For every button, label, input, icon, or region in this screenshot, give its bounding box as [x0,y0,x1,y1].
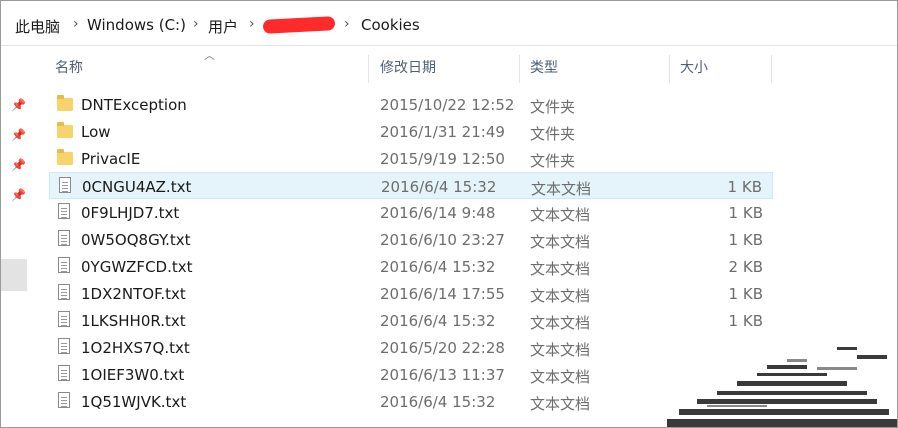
file-type: 文本文档 [530,368,591,386]
file-type: 文本文档 [530,395,591,413]
breadcrumb-separator: › [193,16,199,32]
file-type: 文本文档 [530,260,591,278]
file-type: 文本文档 [530,341,591,359]
file-date-modified: 2016/6/4 15:32 [380,312,496,330]
file-date-modified: 2016/6/14 17:55 [380,285,505,303]
file-row[interactable]: 1OIEF3W0.txt 2016/6/13 11:37 文本文档 [49,361,773,388]
file-row[interactable]: 1LKSHH0R.txt 2016/6/4 15:32 文本文档 1 KB [49,307,773,334]
file-type: 文本文档 [531,180,592,198]
text-file-icon [58,284,70,300]
file-row[interactable]: 0CNGU4AZ.txt 2016/6/4 15:32 文本文档 1 KB [49,172,773,199]
pin-icon[interactable]: 📌 [11,128,26,142]
file-date-modified: 2016/6/4 15:32 [380,393,496,411]
file-date-modified: 2016/1/31 21:49 [380,123,505,141]
file-row[interactable]: 1O2HXS7Q.txt 2016/5/20 22:28 文本文档 [49,334,773,361]
file-date-modified: 2016/6/4 15:32 [380,258,496,276]
navigation-selected-item[interactable] [1,259,27,291]
file-size: 2 KB [728,258,763,276]
column-name[interactable]: 名称 [55,53,83,83]
navigation-pane[interactable]: 📌 📌 📌 📌 [1,46,31,427]
breadcrumb-windows-c[interactable]: Windows (C:) [87,16,186,34]
file-size: 1 KB [727,178,762,196]
file-name: 0W5OQ8GY.txt [81,231,191,249]
file-row[interactable]: 0F9LHJD7.txt 2016/6/14 9:48 文本文档 1 KB [49,199,773,226]
file-type: 文件夹 [530,125,576,143]
column-header: ︿ 名称 修改日期 类型 大小 [49,49,773,83]
column-date-modified[interactable]: 修改日期 [380,53,436,83]
breadcrumb-separator: › [344,16,350,32]
image-artifact [667,347,897,427]
folder-icon [57,122,73,138]
pin-icon[interactable]: 📌 [11,158,26,172]
file-date-modified: 2016/6/10 23:27 [380,231,505,249]
explorer-window: 此电脑 › Windows (C:) › 用户 › g 4 › Cookies … [0,0,898,428]
column-size[interactable]: 大小 [680,53,708,83]
column-type[interactable]: 类型 [530,53,558,83]
file-name: Low [81,123,111,141]
file-date-modified: 2016/6/4 15:32 [381,178,497,196]
text-file-icon [58,230,70,246]
text-file-icon [58,257,70,273]
file-type: 文本文档 [530,233,591,251]
text-file-icon [58,311,70,327]
text-file-icon [58,338,70,354]
folder-row[interactable]: PrivacIE 2015/9/19 12:50 文件夹 [49,145,773,172]
breadcrumb-separator: › [249,16,255,32]
column-divider[interactable] [368,55,369,83]
address-bar[interactable]: 此电脑 › Windows (C:) › 用户 › g 4 › Cookies [1,1,897,46]
column-divider[interactable] [771,55,772,83]
file-size: 1 KB [728,204,763,222]
file-row[interactable]: 1Q51WJVK.txt 2016/6/4 15:32 文本文档 [49,388,773,415]
file-date-modified: 2016/6/14 9:48 [380,204,496,222]
folder-icon [57,95,73,111]
folder-row[interactable]: DNTException 2015/10/22 12:52 文件夹 [49,91,773,118]
file-type: 文本文档 [530,206,591,224]
file-type: 文本文档 [530,314,591,332]
folder-icon [57,149,73,165]
breadcrumb-separator: › [73,16,79,32]
file-type: 文件夹 [530,152,576,170]
file-name: 0CNGU4AZ.txt [82,178,192,196]
file-name: 1OIEF3W0.txt [81,366,185,384]
file-date-modified: 2015/10/22 12:52 [380,96,515,114]
file-date-modified: 2016/6/13 11:37 [380,366,505,384]
breadcrumb-cookies[interactable]: Cookies [361,16,420,34]
file-size: 1 KB [728,312,763,330]
file-name: 0F9LHJD7.txt [81,204,180,222]
column-divider[interactable] [519,55,520,83]
text-file-icon [58,365,70,381]
text-file-icon [58,392,70,408]
file-row[interactable]: 0YGWZFCD.txt 2016/6/4 15:32 文本文档 2 KB [49,253,773,280]
file-type: 文件夹 [530,98,576,116]
file-name: 1LKSHH0R.txt [81,312,186,330]
file-name: 0YGWZFCD.txt [81,258,193,276]
column-divider[interactable] [669,55,670,83]
file-date-modified: 2016/5/20 22:28 [380,339,505,357]
pin-icon[interactable]: 📌 [11,188,26,202]
folder-row[interactable]: Low 2016/1/31 21:49 文件夹 [49,118,773,145]
file-size: 1 KB [728,285,763,303]
file-type: 文本文档 [530,287,591,305]
sort-up-icon: ︿ [204,49,215,62]
file-name: PrivacIE [81,150,141,168]
file-name: 1Q51WJVK.txt [81,393,187,411]
pin-icon[interactable]: 📌 [11,98,26,112]
breadcrumb-this-pc[interactable]: 此电脑 [15,16,60,37]
text-file-icon [58,203,70,219]
file-name: DNTException [81,96,187,114]
file-row[interactable]: 1DX2NTOF.txt 2016/6/14 17:55 文本文档 1 KB [49,280,773,307]
text-file-icon [59,177,71,193]
file-date-modified: 2015/9/19 12:50 [380,150,505,168]
file-size: 1 KB [728,231,763,249]
file-row[interactable]: 0W5OQ8GY.txt 2016/6/10 23:27 文本文档 1 KB [49,226,773,253]
breadcrumb-users[interactable]: 用户 [208,16,238,37]
file-name: 1O2HXS7Q.txt [81,339,190,357]
file-name: 1DX2NTOF.txt [81,285,186,303]
